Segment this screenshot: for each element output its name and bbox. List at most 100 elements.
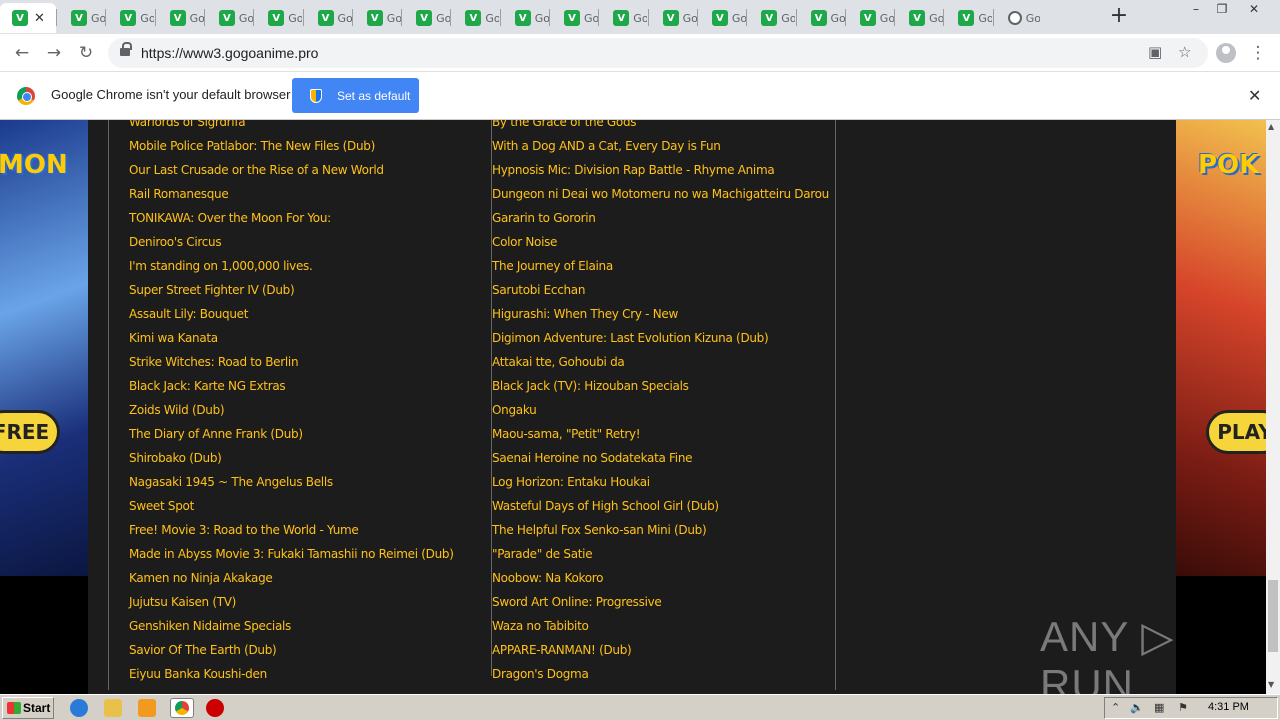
menu-kebab-icon[interactable]: ⋮ [1246, 41, 1270, 65]
anime-link[interactable]: Black Jack (TV): Hizouban Specials [492, 374, 829, 398]
anime-link[interactable]: Log Horizon: Entaku Houkai [492, 470, 829, 494]
anime-link[interactable]: Digimon Adventure: Last Evolution Kizuna… [492, 326, 829, 350]
start-button[interactable]: Start [2, 697, 54, 719]
anime-link[interactable]: Shirobako (Dub) [129, 446, 454, 470]
anime-link[interactable]: The Journey of Elaina [492, 254, 829, 278]
anime-link[interactable]: Kamen no Ninja Akakage [129, 566, 454, 590]
tab-gogoanime[interactable]: V Go [746, 3, 796, 33]
tab-gogoanime[interactable]: V Go [204, 3, 254, 33]
anime-link[interactable]: TONIKAWA: Over the Moon For You: [129, 206, 454, 230]
chrome-taskbar-button[interactable] [170, 698, 194, 718]
restore-button[interactable]: ❐ [1208, 0, 1236, 20]
tab-active[interactable]: V ✕ [0, 3, 56, 33]
anime-link[interactable]: Maou-sama, "Petit" Retry! [492, 422, 829, 446]
anime-link[interactable]: Made in Abyss Movie 3: Fukaki Tamashii n… [129, 542, 454, 566]
tray-expand-icon[interactable]: ⌃ [1111, 701, 1120, 714]
anime-link[interactable]: Color Noise [492, 230, 829, 254]
anime-link[interactable]: Assault Lily: Bouquet [129, 302, 454, 326]
tab-gogoanime[interactable]: V Go [303, 3, 353, 33]
anime-link[interactable]: Our Last Crusade or the Rise of a New Wo… [129, 158, 454, 182]
anime-link[interactable]: The Helpful Fox Senko-san Mini (Dub) [492, 518, 829, 542]
anime-link[interactable]: Savior Of The Earth (Dub) [129, 638, 454, 662]
tab-gogoanime[interactable]: V Go [105, 3, 155, 33]
minimize-button[interactable]: – [1182, 0, 1210, 20]
scroll-up-arrow-icon[interactable]: ▲ [1268, 122, 1274, 131]
tab-gogoanime[interactable]: V Go [155, 3, 205, 33]
network-icon[interactable]: ▦ [1154, 701, 1164, 714]
tab-gogoanime[interactable]: V Go [845, 3, 895, 33]
tab-gogoanime[interactable]: V Go [796, 3, 846, 33]
tab-gogoanime[interactable]: V Go [56, 3, 106, 33]
address-bar[interactable]: https://www3.gogoanime.pro ▣ ☆ [108, 38, 1208, 68]
infobar-close-icon[interactable]: ✕ [1248, 86, 1261, 105]
anime-link[interactable]: Nagasaki 1945 ~ The Angelus Bells [129, 470, 454, 494]
anime-link[interactable]: Gararin to Gororin [492, 206, 829, 230]
close-window-button[interactable]: ✕ [1240, 0, 1268, 20]
tab-gogoanime[interactable]: V Go [894, 3, 944, 33]
tab-gogoanime[interactable]: V Go [401, 3, 451, 33]
set-as-default-button[interactable]: Set as default [292, 78, 419, 113]
tab-loading[interactable]: Go [993, 3, 1043, 33]
anime-link[interactable]: Attakai tte, Gohoubi da [492, 350, 829, 374]
action-center-flag-icon[interactable]: ⚑ [1178, 701, 1188, 714]
tab-gogoanime[interactable]: V Go [352, 3, 402, 33]
tab-gogoanime[interactable]: V Go [648, 3, 698, 33]
anime-link[interactable]: The Diary of Anne Frank (Dub) [129, 422, 454, 446]
anime-link[interactable]: Sweet Spot [129, 494, 454, 518]
tab-gogoanime[interactable]: V Go [549, 3, 599, 33]
anime-link[interactable]: By the Grace of the Gods [492, 120, 829, 134]
anime-link[interactable]: Jujutsu Kaisen (TV) [129, 590, 454, 614]
tab-gogoanime[interactable]: V Go [598, 3, 648, 33]
tab-gogoanime[interactable]: V Go [500, 3, 550, 33]
profile-avatar-icon[interactable] [1216, 43, 1236, 63]
anime-link[interactable]: Saenai Heroine no Sodatekata Fine [492, 446, 829, 470]
anime-link[interactable]: Dragon's Dogma [492, 662, 829, 686]
anime-link[interactable]: Genshiken Nidaime Specials [129, 614, 454, 638]
anime-link[interactable]: Strike Witches: Road to Berlin [129, 350, 454, 374]
ad-play-button[interactable]: PLAY [1206, 410, 1266, 454]
tab-gogoanime[interactable]: V Go [253, 3, 303, 33]
pokemon-ad-right[interactable]: POK PLAY [1176, 120, 1266, 576]
anime-link[interactable]: Eiyuu Banka Koushi-den [129, 662, 454, 686]
tab-gogoanime[interactable]: V Go [697, 3, 747, 33]
anime-link[interactable]: Dungeon ni Deai wo Motomeru no wa Machig… [492, 182, 829, 206]
anime-link[interactable]: Deniroo's Circus [129, 230, 454, 254]
ie-icon[interactable] [70, 699, 88, 717]
tab-close-icon[interactable]: ✕ [34, 11, 45, 26]
forward-arrow-icon[interactable]: → [42, 41, 66, 65]
anime-link[interactable]: Waza no Tabibito [492, 614, 829, 638]
anime-link[interactable]: Super Street Fighter IV (Dub) [129, 278, 454, 302]
pokemon-ad-left[interactable]: MON FREE [0, 120, 88, 576]
taskbar-clock[interactable]: 4:31 PM [1208, 701, 1249, 713]
anime-link[interactable]: Ongaku [492, 398, 829, 422]
url-text[interactable]: https://www3.gogoanime.pro [141, 45, 318, 61]
anime-link[interactable]: Sarutobi Ecchan [492, 278, 829, 302]
anime-link[interactable]: Warlords of Sigrdrifa [129, 120, 454, 134]
anime-link[interactable]: Rail Romanesque [129, 182, 454, 206]
anime-link[interactable]: Higurashi: When They Cry - New [492, 302, 829, 326]
anime-link[interactable]: Zoids Wild (Dub) [129, 398, 454, 422]
new-tab-button[interactable]: + [1108, 5, 1130, 28]
anime-link[interactable]: Sword Art Online: Progressive [492, 590, 829, 614]
lock-icon[interactable] [120, 42, 132, 57]
tab-gogoanime[interactable]: V Go [450, 3, 500, 33]
bookmark-star-icon[interactable]: ☆ [1178, 43, 1191, 61]
anime-link[interactable]: Kimi wa Kanata [129, 326, 454, 350]
anime-link[interactable]: I'm standing on 1,000,000 lives. [129, 254, 454, 278]
folder-icon[interactable] [104, 699, 122, 717]
anime-link[interactable]: Wasteful Days of High School Girl (Dub) [492, 494, 829, 518]
tab-gogoanime[interactable]: V Go [943, 3, 993, 33]
anime-link[interactable]: "Parade" de Satie [492, 542, 829, 566]
reload-icon[interactable]: ↻ [74, 41, 98, 65]
anime-link[interactable]: Free! Movie 3: Road to the World - Yume [129, 518, 454, 542]
anime-link[interactable]: Mobile Police Patlabor: The New Files (D… [129, 134, 454, 158]
vertical-scrollbar[interactable]: ▲ ▼ [1266, 120, 1280, 694]
anime-link[interactable]: Black Jack: Karte NG Extras [129, 374, 454, 398]
media-player-icon[interactable] [138, 699, 156, 717]
antivirus-icon[interactable] [206, 699, 224, 717]
blocked-popup-icon[interactable]: ▣ [1148, 43, 1162, 61]
anime-link[interactable]: APPARE-RANMAN! (Dub) [492, 638, 829, 662]
anime-link[interactable]: With a Dog AND a Cat, Every Day is Fun [492, 134, 829, 158]
back-arrow-icon[interactable]: ← [10, 41, 34, 65]
ad-free-button[interactable]: FREE [0, 410, 60, 454]
